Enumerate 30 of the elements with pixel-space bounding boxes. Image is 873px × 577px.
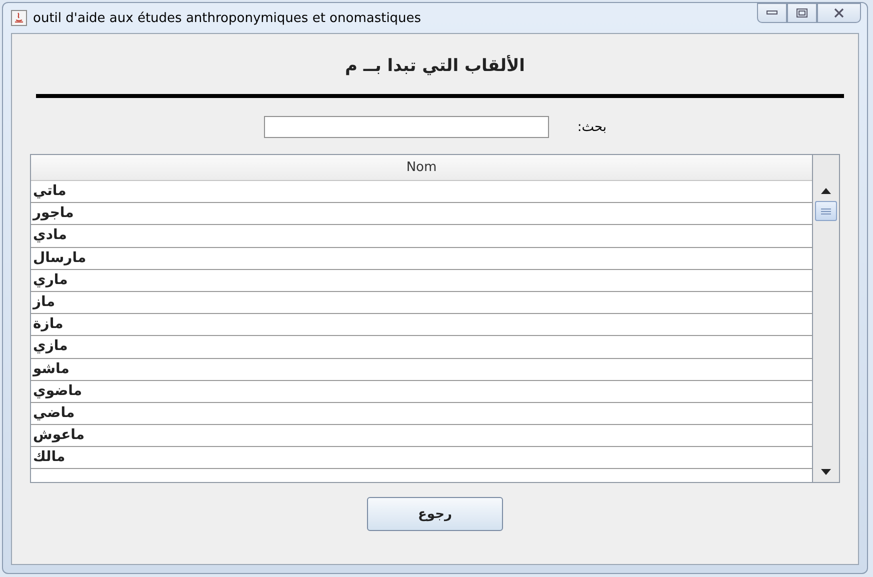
table-cell[interactable]: مادي	[33, 227, 67, 244]
minimize-button[interactable]	[757, 3, 787, 23]
search-label: بحث:	[576, 120, 606, 134]
maximize-button[interactable]	[787, 3, 817, 23]
minimize-icon	[766, 10, 778, 16]
table-cell[interactable]: ماعوش	[33, 427, 85, 444]
page-heading: الألقاب التي تبدا بــ م	[344, 56, 526, 78]
java-app-icon	[11, 10, 27, 26]
grip-icon	[821, 208, 831, 214]
table-cell[interactable]: مازي	[33, 338, 68, 354]
table-cell[interactable]: مارسال	[33, 250, 86, 266]
down-arrow-icon	[821, 469, 831, 475]
table-cell[interactable]: ماضوي	[33, 382, 82, 399]
close-button[interactable]	[817, 3, 861, 23]
table-cell[interactable]: ماضي	[33, 404, 75, 421]
table-cell[interactable]: ماجور	[33, 205, 74, 222]
maximize-icon	[796, 8, 808, 18]
table-cell[interactable]: ماز	[33, 294, 55, 310]
scrollbar-thumb[interactable]	[815, 201, 837, 221]
window-title: outil d'aide aux études anthroponymiques et onomastiques	[33, 10, 422, 26]
back-button[interactable]: رجوع	[367, 497, 503, 531]
table-cell[interactable]: ماري	[33, 272, 68, 288]
table-cell[interactable]: مالك	[33, 449, 66, 466]
table-cell[interactable]: ماشو	[33, 360, 70, 376]
column-header[interactable]: Nom	[31, 155, 812, 181]
table-cell[interactable]: ماتي	[33, 183, 66, 199]
close-icon	[833, 8, 845, 18]
table-cell[interactable]: مازة	[33, 316, 64, 332]
up-arrow-icon	[821, 188, 831, 194]
search-field[interactable]	[264, 116, 548, 138]
